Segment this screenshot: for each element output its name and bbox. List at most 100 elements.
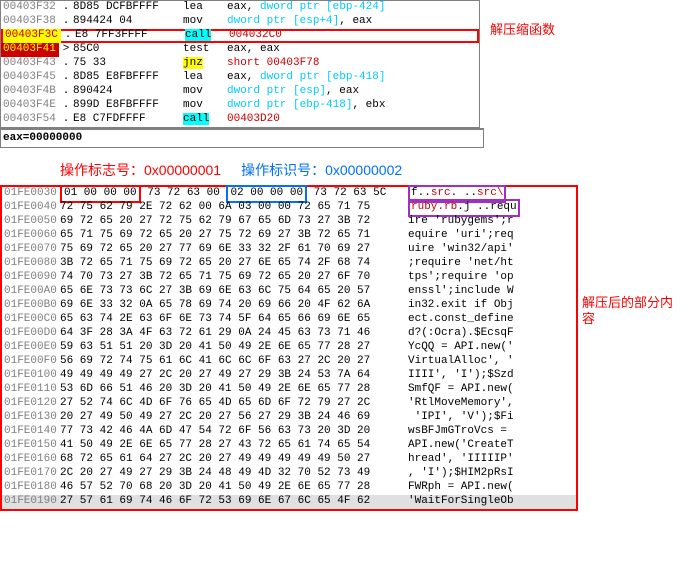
hex-bytes: 65 71 75 69 72 65 20 27 75 72 69 27 3B 7…	[60, 229, 408, 242]
hex-row[interactable]: 01FE015041 50 49 2E 6E 65 77 28 27 43 72…	[2, 439, 576, 453]
hex-ascii: ruby.rb.j ..requ	[408, 199, 576, 216]
address: 00403F38	[1, 15, 59, 28]
hex-bytes: 01 00 00 00 73 72 63 00 02 00 00 00 73 7…	[60, 185, 408, 202]
operands: eax, dword ptr [ebp-424]	[227, 1, 479, 14]
hex-row[interactable]: 01FE010049 49 49 49 27 2C 20 27 49 27 29…	[2, 369, 576, 383]
bytes: E8 C7FDFFFF	[73, 113, 183, 126]
hex-bytes: 20 27 49 50 49 27 2C 20 27 56 27 29 3B 2…	[60, 411, 408, 424]
hex-dump-panel[interactable]: 01FE003001 00 00 00 73 72 63 00 02 00 00…	[0, 185, 578, 511]
hex-address: 01FE0160	[2, 453, 60, 466]
address: 00403F32	[1, 1, 59, 14]
hex-bytes: 27 57 61 69 74 46 6F 72 53 69 6E 67 6C 6…	[60, 495, 408, 508]
register-status: eax=00000000	[0, 128, 484, 148]
id-label: 操作标识号：0x00000002	[241, 162, 402, 179]
hex-ascii: ect.const_define	[408, 313, 576, 326]
bytes: 894424 04	[73, 15, 183, 28]
mnemonic: mov	[183, 85, 227, 98]
hex-row[interactable]: 01FE007075 69 72 65 20 27 77 69 6E 33 32…	[2, 243, 576, 257]
hex-address: 01FE0080	[2, 257, 60, 270]
disasm-row[interactable]: 00403F45.8D85 E8FBFFFFleaeax, dword ptr …	[1, 71, 479, 85]
hex-bytes: 69 6E 33 32 0A 65 78 69 74 20 69 66 20 4…	[60, 299, 408, 312]
disasm-row[interactable]: 00403F43.75 33jnzshort 00403F78	[1, 57, 479, 71]
hex-address: 01FE00D0	[2, 327, 60, 340]
hex-address: 01FE00A0	[2, 285, 60, 298]
operands: short 00403F78	[227, 57, 479, 70]
hex-bytes: 59 63 51 51 20 3D 20 41 50 49 2E 6E 65 7…	[60, 341, 408, 354]
disasm-row[interactable]: 00403F4B.890424movdword ptr [esp], eax	[1, 85, 479, 99]
disasm-row[interactable]: 00403F32.8D85 DCFBFFFFleaeax, dword ptr …	[1, 1, 479, 15]
bytes: 85C0	[73, 43, 183, 56]
hex-ascii: in32.exit if Obj	[408, 299, 576, 312]
hex-row[interactable]: 01FE00E059 63 51 51 20 3D 20 41 50 49 2E…	[2, 341, 576, 355]
hex-address: 01FE0130	[2, 411, 60, 424]
mnemonic: mov	[183, 15, 227, 28]
hex-bytes: 75 69 72 65 20 27 77 69 6E 33 32 2F 61 7…	[60, 243, 408, 256]
disasm-row[interactable]: 00403F3C.E8 7FF3FFFFcall004032C0	[1, 29, 479, 43]
hex-bytes: 74 70 73 27 3B 72 65 71 75 69 72 65 20 2…	[60, 271, 408, 284]
address: 00403F41	[1, 43, 59, 56]
hex-row[interactable]: 01FE00D064 3F 28 3A 4F 63 72 61 29 0A 24…	[2, 327, 576, 341]
hex-row[interactable]: 01FE004072 75 62 79 2E 72 62 00 6A 03 00…	[2, 201, 576, 215]
hex-row[interactable]: 01FE00A065 6E 73 73 6C 27 3B 69 6E 63 6C…	[2, 285, 576, 299]
mark: .	[59, 85, 73, 98]
disasm-row[interactable]: 00403F4E.899D E8FBFFFFmovdword ptr [ebp-…	[1, 99, 479, 113]
bytes: 890424	[73, 85, 183, 98]
hex-address: 01FE0180	[2, 481, 60, 494]
hex-row[interactable]: 01FE005069 72 65 20 27 72 75 62 79 67 65…	[2, 215, 576, 229]
hex-ascii: hread', 'IIIIIP'	[408, 453, 576, 466]
disassembly-panel[interactable]: 00403F32.8D85 DCFBFFFFleaeax, dword ptr …	[0, 0, 480, 128]
bytes: E8 7FF3FFFF	[75, 29, 185, 42]
hex-address: 01FE0030	[2, 187, 60, 200]
mnemonic: call	[185, 29, 229, 42]
disasm-row[interactable]: 00403F38.894424 04movdword ptr [esp+4], …	[1, 15, 479, 29]
mark: .	[59, 71, 73, 84]
hex-row[interactable]: 01FE00B069 6E 33 32 0A 65 78 69 74 20 69…	[2, 299, 576, 313]
hex-address: 01FE0050	[2, 215, 60, 228]
hex-ascii: d?(:Ocra).$EcsqF	[408, 327, 576, 340]
address: 00403F4B	[1, 85, 59, 98]
operands: eax, dword ptr [ebp-418]	[227, 71, 479, 84]
disasm-row[interactable]: 00403F54.E8 C7FDFFFFcall00403D20	[1, 113, 479, 127]
hex-ascii: SmfQF = API.new(	[408, 383, 576, 396]
mark: .	[59, 99, 73, 112]
labels-row: 操作标志号：0x00000001 操作标识号：0x00000002	[60, 162, 690, 179]
hex-row[interactable]: 01FE00803B 72 65 71 75 69 72 65 20 27 6E…	[2, 257, 576, 271]
hex-address: 01FE00F0	[2, 355, 60, 368]
hex-row[interactable]: 01FE011053 6D 66 51 46 20 3D 20 41 50 49…	[2, 383, 576, 397]
mark: .	[59, 15, 73, 28]
hex-bytes: 41 50 49 2E 6E 65 77 28 27 43 72 65 61 7…	[60, 439, 408, 452]
hex-ascii: uire 'win32/api'	[408, 243, 576, 256]
hex-ascii: ;require 'net/ht	[408, 257, 576, 270]
hex-row[interactable]: 01FE018046 57 52 70 68 20 3D 20 41 50 49…	[2, 481, 576, 495]
operands: dword ptr [esp+4], eax	[227, 15, 479, 28]
disasm-row[interactable]: 00403F41>85C0testeax, eax	[1, 43, 479, 57]
hex-row[interactable]: 01FE012027 52 74 6C 4D 6F 76 65 4D 65 6D…	[2, 397, 576, 411]
address: 00403F54	[1, 113, 59, 126]
address: 00403F43	[1, 57, 59, 70]
hex-bytes: 46 57 52 70 68 20 3D 20 41 50 49 2E 6E 6…	[60, 481, 408, 494]
hex-bytes: 53 6D 66 51 46 20 3D 20 41 50 49 2E 6E 6…	[60, 383, 408, 396]
mark: .	[61, 29, 75, 42]
hex-row[interactable]: 01FE014077 73 42 46 4A 6D 47 54 72 6F 56…	[2, 425, 576, 439]
hex-ascii: wsBFJmGTroVcs =	[408, 425, 576, 438]
hex-row[interactable]: 01FE013020 27 49 50 49 27 2C 20 27 56 27…	[2, 411, 576, 425]
hex-ascii: 'WaitForSingleOb	[408, 495, 576, 508]
mnemonic: jnz	[183, 57, 227, 70]
mnemonic: lea	[183, 1, 227, 14]
hex-row[interactable]: 01FE019027 57 61 69 74 46 6F 72 53 69 6E…	[2, 495, 576, 509]
hex-ascii: equire 'uri';req	[408, 229, 576, 242]
hex-row[interactable]: 01FE016068 72 65 61 64 27 2C 20 27 49 49…	[2, 453, 576, 467]
hex-row[interactable]: 01FE006065 71 75 69 72 65 20 27 75 72 69…	[2, 229, 576, 243]
hex-bytes: 3B 72 65 71 75 69 72 65 20 27 6E 65 74 2…	[60, 257, 408, 270]
mark: >	[59, 43, 73, 56]
hex-row[interactable]: 01FE00C065 63 74 2E 63 6F 6E 73 74 5F 64…	[2, 313, 576, 327]
hex-ascii: , 'I');$HIM2pRsI	[408, 467, 576, 480]
hex-row[interactable]: 01FE009074 70 73 27 3B 72 65 71 75 69 72…	[2, 271, 576, 285]
hex-row[interactable]: 01FE00F056 69 72 74 75 61 6C 41 6C 6C 6F…	[2, 355, 576, 369]
hex-address: 01FE00E0	[2, 341, 60, 354]
flag-label: 操作标志号：0x00000001	[60, 162, 221, 179]
hex-bytes: 64 3F 28 3A 4F 63 72 61 29 0A 24 45 63 7…	[60, 327, 408, 340]
hex-bytes: 72 75 62 79 2E 72 62 00 6A 03 00 00 72 6…	[60, 201, 408, 214]
hex-bytes: 27 52 74 6C 4D 6F 76 65 4D 65 6D 6F 72 7…	[60, 397, 408, 410]
hex-row[interactable]: 01FE01702C 20 27 49 27 29 3B 24 48 49 4D…	[2, 467, 576, 481]
